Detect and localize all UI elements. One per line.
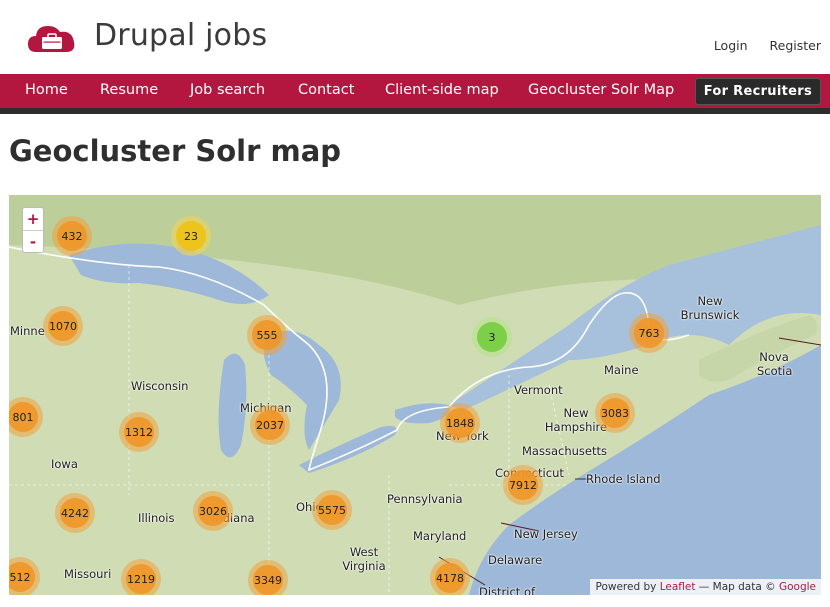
attribution-powered-by: Powered by (595, 581, 657, 593)
attribution-map-data: — Map data © (698, 581, 776, 593)
zoom-out-button[interactable]: - (23, 230, 43, 252)
place-label: Massachusetts (522, 444, 607, 458)
map-cluster-marker[interactable]: 7912 (503, 465, 543, 505)
nav-item-geocluster-solr-map[interactable]: Geocluster Solr Map (528, 82, 674, 98)
zoom-in-button[interactable]: + (23, 208, 43, 230)
nav-item-home[interactable]: Home (25, 82, 68, 98)
place-label: Vermont (514, 383, 563, 397)
leaflet-link[interactable]: Leaflet (660, 581, 696, 593)
place-label: Missouri (64, 567, 112, 581)
place-label: Minne (10, 324, 45, 338)
map-cluster-marker[interactable]: 1219 (121, 559, 161, 595)
place-label: Wisconsin (131, 379, 189, 393)
map-cluster-marker[interactable]: 1312 (119, 412, 159, 452)
place-label: District of (479, 585, 536, 595)
map-cluster-marker[interactable]: 2037 (250, 405, 290, 445)
main-nav: Home Resume Job search Contact Client-si… (0, 74, 830, 108)
place-label: Illinois (138, 511, 175, 525)
place-label: Maine (604, 363, 639, 377)
map-cluster-marker[interactable]: 23 (171, 216, 211, 256)
nav-item-job-search[interactable]: Job search (190, 82, 265, 98)
nav-divider (0, 108, 830, 114)
map-cluster-marker[interactable]: 1070 (43, 306, 83, 346)
map-cluster-marker[interactable]: 1848 (440, 403, 480, 443)
nav-item-contact[interactable]: Contact (298, 82, 354, 98)
zoom-control: + - (22, 207, 44, 253)
user-links: Login Register (696, 38, 821, 53)
nav-item-client-side-map[interactable]: Client-side map (385, 82, 499, 98)
place-label: Delaware (488, 553, 543, 567)
for-recruiters-button[interactable]: For Recruiters (694, 78, 821, 105)
map-cluster-marker[interactable]: 432 (52, 216, 92, 256)
site-header: Drupal jobs Login Register (0, 0, 830, 74)
place-label: Nova Scotia (757, 350, 793, 378)
place-label: Maryland (413, 529, 467, 543)
site-name[interactable]: Drupal jobs (94, 18, 267, 53)
place-label: Iowa (51, 457, 78, 471)
place-label: West Virginia (342, 545, 386, 573)
map-cluster-marker[interactable]: 3083 (595, 393, 635, 433)
map-cluster-marker[interactable]: 3349 (248, 560, 288, 595)
login-link[interactable]: Login (714, 38, 748, 53)
map-cluster-marker[interactable]: 763 (629, 313, 669, 353)
map-cluster-marker[interactable]: 3026 (193, 491, 233, 531)
google-link[interactable]: Google (779, 581, 816, 593)
page-title: Geocluster Solr map (9, 134, 342, 168)
place-label: New Brunswick (680, 294, 740, 322)
map-cluster-marker[interactable]: 3 (472, 317, 512, 357)
map-cluster-marker[interactable]: 4178 (430, 558, 470, 595)
map-cluster-marker[interactable]: 5575 (312, 490, 352, 530)
map-cluster-marker[interactable]: 555 (247, 315, 287, 355)
place-label: Rhode Island (586, 472, 661, 486)
logo-icon[interactable] (28, 22, 76, 54)
register-link[interactable]: Register (770, 38, 821, 53)
map-cluster-marker[interactable]: 4242 (55, 493, 95, 533)
place-label: Pennsylvania (387, 492, 463, 506)
nav-item-resume[interactable]: Resume (100, 82, 158, 98)
map-container[interactable]: Minne Wisconsin Michigan Iowa Illinois I… (9, 195, 821, 595)
place-label: New Jersey (514, 527, 578, 541)
map-attribution: Powered by Leaflet — Map data © Google (590, 579, 821, 595)
